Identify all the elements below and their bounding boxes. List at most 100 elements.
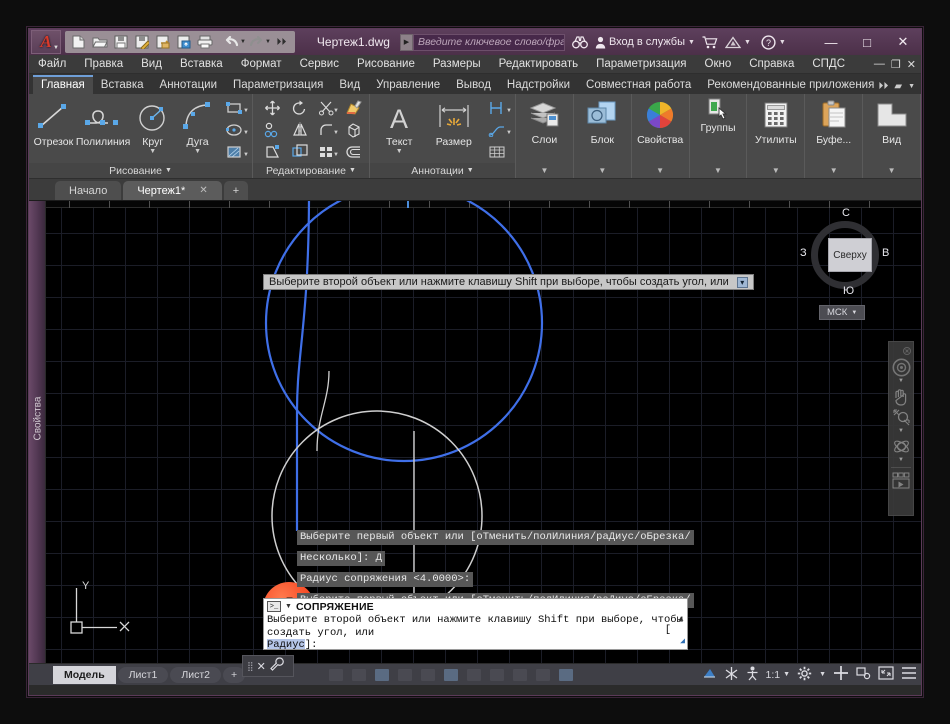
tool-rotate[interactable]	[286, 97, 313, 119]
objsnap-toggle[interactable]	[444, 669, 458, 681]
chevron-down-icon[interactable]: ▼	[830, 166, 838, 175]
chevron-down-icon[interactable]: ▼	[898, 378, 904, 386]
chevron-down-icon[interactable]: ▼	[714, 166, 722, 175]
command-window[interactable]: >_ ▼ СОПРЯЖЕНИЕ Выберите второй объект и…	[263, 598, 688, 650]
command-scrollbar[interactable]: ▲ ◢	[676, 614, 686, 649]
panel-block[interactable]: Блок ▼	[574, 94, 632, 178]
chevron-down-icon[interactable]: ▼	[888, 166, 896, 175]
tool-trim[interactable]: ▼	[313, 97, 340, 119]
chevron-down-icon[interactable]: ▼	[333, 108, 339, 114]
selectioncycling-toggle[interactable]	[513, 669, 527, 681]
fullscreen-icon[interactable]	[878, 666, 894, 683]
tool-table[interactable]	[481, 141, 513, 163]
tool-polyline[interactable]: Полилиния	[76, 97, 131, 148]
menu-item-draw[interactable]: Рисование	[348, 58, 424, 70]
tool-3d-array[interactable]	[340, 119, 367, 141]
tool-stretch[interactable]	[259, 141, 286, 163]
chevron-down-icon[interactable]: ▼	[243, 108, 249, 114]
qat-redo-button[interactable]	[246, 32, 267, 52]
qat-export-button[interactable]	[152, 32, 173, 52]
chevron-down-icon[interactable]: ▼	[165, 167, 172, 174]
view-cube-east[interactable]: В	[882, 247, 889, 259]
panel-utilities[interactable]: Утилиты ▼	[747, 94, 805, 178]
transparency-toggle[interactable]	[490, 669, 504, 681]
autodesk-triangle-icon[interactable]: ▼	[725, 36, 751, 49]
doc-restore-button[interactable]: ❐	[891, 58, 901, 71]
steering-wheel-icon[interactable]	[890, 357, 912, 378]
qat-save-button[interactable]	[110, 32, 131, 52]
orbit-icon[interactable]	[890, 436, 912, 457]
close-icon[interactable]: ✕	[199, 185, 207, 196]
chevron-down-icon[interactable]: ▼	[772, 166, 780, 175]
menu-item-insert[interactable]: Вставка	[171, 58, 232, 70]
resize-grip-icon[interactable]: ◢	[680, 636, 685, 649]
chevron-down-icon[interactable]: ▼	[243, 152, 249, 158]
tool-text[interactable]: A Текст ▼	[372, 97, 427, 155]
dynamic-ucs-toggle[interactable]	[536, 669, 550, 681]
tool-circle[interactable]: Круг ▼	[130, 97, 175, 155]
showmotion-play-icon[interactable]	[890, 470, 912, 491]
tool-dimension[interactable]: Размер	[427, 97, 482, 148]
tool-erase[interactable]	[340, 97, 367, 119]
wrench-icon[interactable]	[270, 657, 284, 676]
scale-control[interactable]: 1:1 ▼	[766, 669, 791, 681]
doc-tab-add[interactable]: +	[224, 181, 248, 200]
tab-view[interactable]: Вид	[331, 77, 368, 94]
binoculars-icon[interactable]	[572, 36, 588, 49]
menu-item-window[interactable]: Окно	[696, 58, 741, 70]
tab-insert[interactable]: Вставка	[93, 77, 152, 94]
tool-dim-style[interactable]: ▼	[481, 97, 513, 119]
isodraft-toggle[interactable]	[421, 669, 435, 681]
help-button[interactable]: ? ▼	[761, 35, 786, 50]
doc-tab-drawing1[interactable]: Чертеж1* ✕	[123, 181, 221, 200]
chevron-down-icon[interactable]: ▼	[506, 130, 512, 136]
search-dropdown-icon[interactable]: ▶	[400, 34, 413, 51]
chevron-down-icon[interactable]: ▼	[898, 428, 904, 436]
tool-rectangle[interactable]: ▼	[220, 97, 250, 119]
view-cube-south[interactable]: Ю	[843, 285, 854, 297]
chevron-down-icon[interactable]: ▼	[744, 39, 751, 46]
expand-box-icon[interactable]: ▾	[737, 277, 748, 288]
tool-copy[interactable]	[259, 119, 286, 141]
menu-item-help[interactable]: Справка	[740, 58, 803, 70]
chevron-down-icon[interactable]: ▼	[908, 83, 915, 90]
annotation-person-icon[interactable]	[746, 666, 759, 684]
tool-offset[interactable]	[340, 141, 367, 163]
menu-item-format[interactable]: Формат	[232, 58, 291, 70]
cart-icon[interactable]	[702, 36, 718, 49]
qat-new-button[interactable]	[68, 32, 89, 52]
tool-mirror[interactable]	[286, 119, 313, 141]
application-menu-button[interactable]: A ▼	[31, 30, 61, 54]
close-icon[interactable]	[889, 345, 913, 357]
tab-parametric[interactable]: Параметризация	[225, 77, 331, 94]
chevron-down-icon[interactable]: ▼	[243, 130, 249, 136]
view-cube-face[interactable]: Сверху	[828, 238, 872, 272]
snap-toggle[interactable]	[352, 669, 366, 681]
tool-array[interactable]: ▼	[313, 141, 340, 163]
graphics-icon[interactable]	[856, 666, 871, 683]
qat-undo-button[interactable]	[221, 32, 242, 52]
lineweight-toggle[interactable]	[467, 669, 481, 681]
qat-plot-button[interactable]	[194, 32, 215, 52]
chevron-down-icon[interactable]: ▼	[349, 167, 356, 174]
panel-layers[interactable]: Слои ▼	[516, 94, 574, 178]
tab-manage[interactable]: Управление	[368, 77, 448, 94]
command-prompt-icon[interactable]: >_	[267, 601, 281, 612]
chevron-double-right-icon[interactable]: ⏵⏵	[878, 81, 888, 92]
panel-clipboard[interactable]: Буфе... ▼	[805, 94, 863, 178]
floating-mini-toolbar[interactable]: ⣿ ✕	[242, 655, 294, 677]
doc-tab-start[interactable]: Начало	[55, 181, 121, 200]
osnap-icon[interactable]	[702, 666, 717, 683]
tool-ellipse[interactable]: ▼	[220, 119, 250, 141]
chevron-down-icon[interactable]: ▼	[333, 152, 339, 158]
ucs-dropdown-button[interactable]: МСК ▼	[819, 305, 865, 320]
qat-more-button[interactable]: ⏵⏵	[271, 32, 292, 52]
chevron-down-icon[interactable]: ▼	[467, 167, 474, 174]
view-cube-west[interactable]: З	[800, 247, 807, 259]
close-button[interactable]: ✕	[885, 29, 921, 55]
tab-featured-apps[interactable]: Рекомендованные приложения	[699, 77, 882, 94]
panel-view[interactable]: Вид ▼	[863, 94, 921, 178]
grid-toggle[interactable]	[329, 669, 343, 681]
menu-item-modify[interactable]: Редактировать	[490, 58, 587, 70]
chevron-down-icon[interactable]: ▼	[285, 603, 292, 610]
